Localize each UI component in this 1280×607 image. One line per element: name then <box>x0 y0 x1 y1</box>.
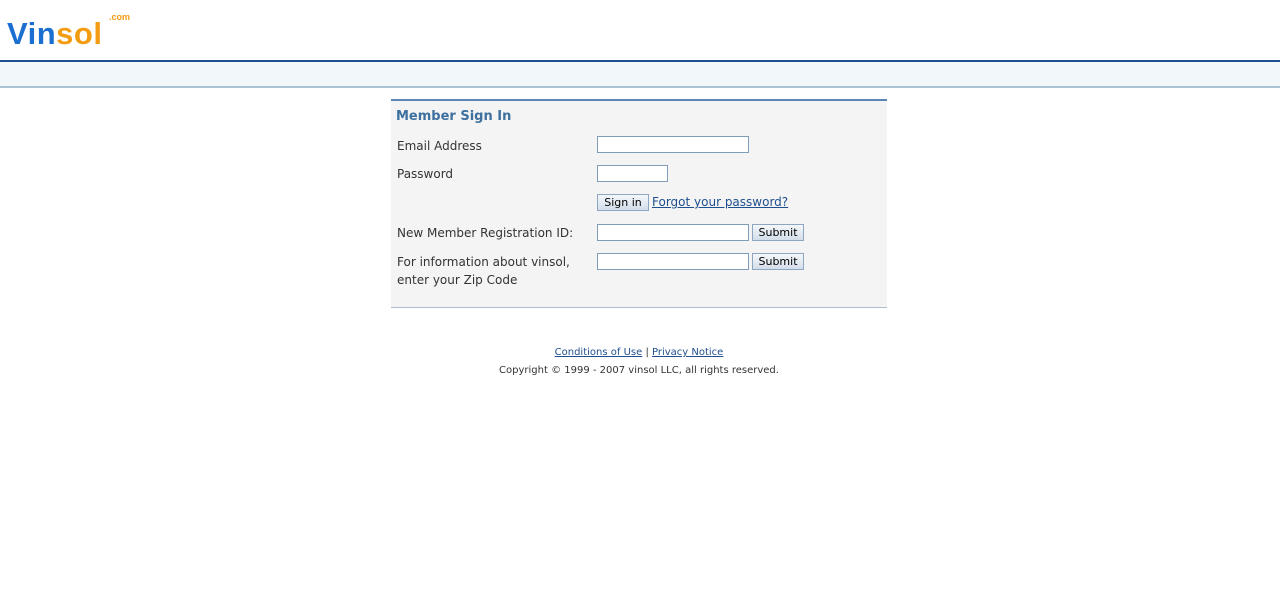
panel-title: Member Sign In <box>396 109 512 124</box>
conditions-of-use-link[interactable]: Conditions of Use <box>555 347 643 358</box>
logo-text-sol: sol <box>56 16 103 51</box>
sign-in-button[interactable]: Sign in <box>597 194 649 211</box>
registration-submit-button[interactable]: Submit <box>752 224 804 241</box>
logo-text-vin: Vin <box>7 16 57 51</box>
page-header: Vinsol .com <box>0 0 1280 62</box>
forgot-password-link[interactable]: Forgot your password? <box>652 195 788 209</box>
logo-text-com: .com <box>109 12 131 22</box>
password-label: Password <box>397 167 454 181</box>
navigation-bar <box>0 62 1280 88</box>
footer-links: Conditions of Use | Privacy Notice <box>0 347 1278 358</box>
zip-submit-button[interactable]: Submit <box>752 253 804 270</box>
registration-label: New Member Registration ID: <box>397 226 574 240</box>
copyright-text: Copyright © 1999 - 2007 vinsol LLC, all … <box>499 365 779 376</box>
email-label: Email Address <box>397 139 482 153</box>
privacy-notice-link[interactable]: Privacy Notice <box>652 347 723 358</box>
registration-id-input[interactable] <box>597 224 749 241</box>
email-input[interactable] <box>597 136 749 153</box>
zip-code-label: For information about vinsol, enter your… <box>397 255 570 287</box>
zip-code-input[interactable] <box>597 253 749 270</box>
member-signin-panel: Member Sign In Email Address Password Si… <box>391 99 887 308</box>
vinsol-logo[interactable]: Vinsol .com <box>7 12 130 54</box>
password-input[interactable] <box>597 165 668 182</box>
footer-separator: | <box>645 347 649 358</box>
